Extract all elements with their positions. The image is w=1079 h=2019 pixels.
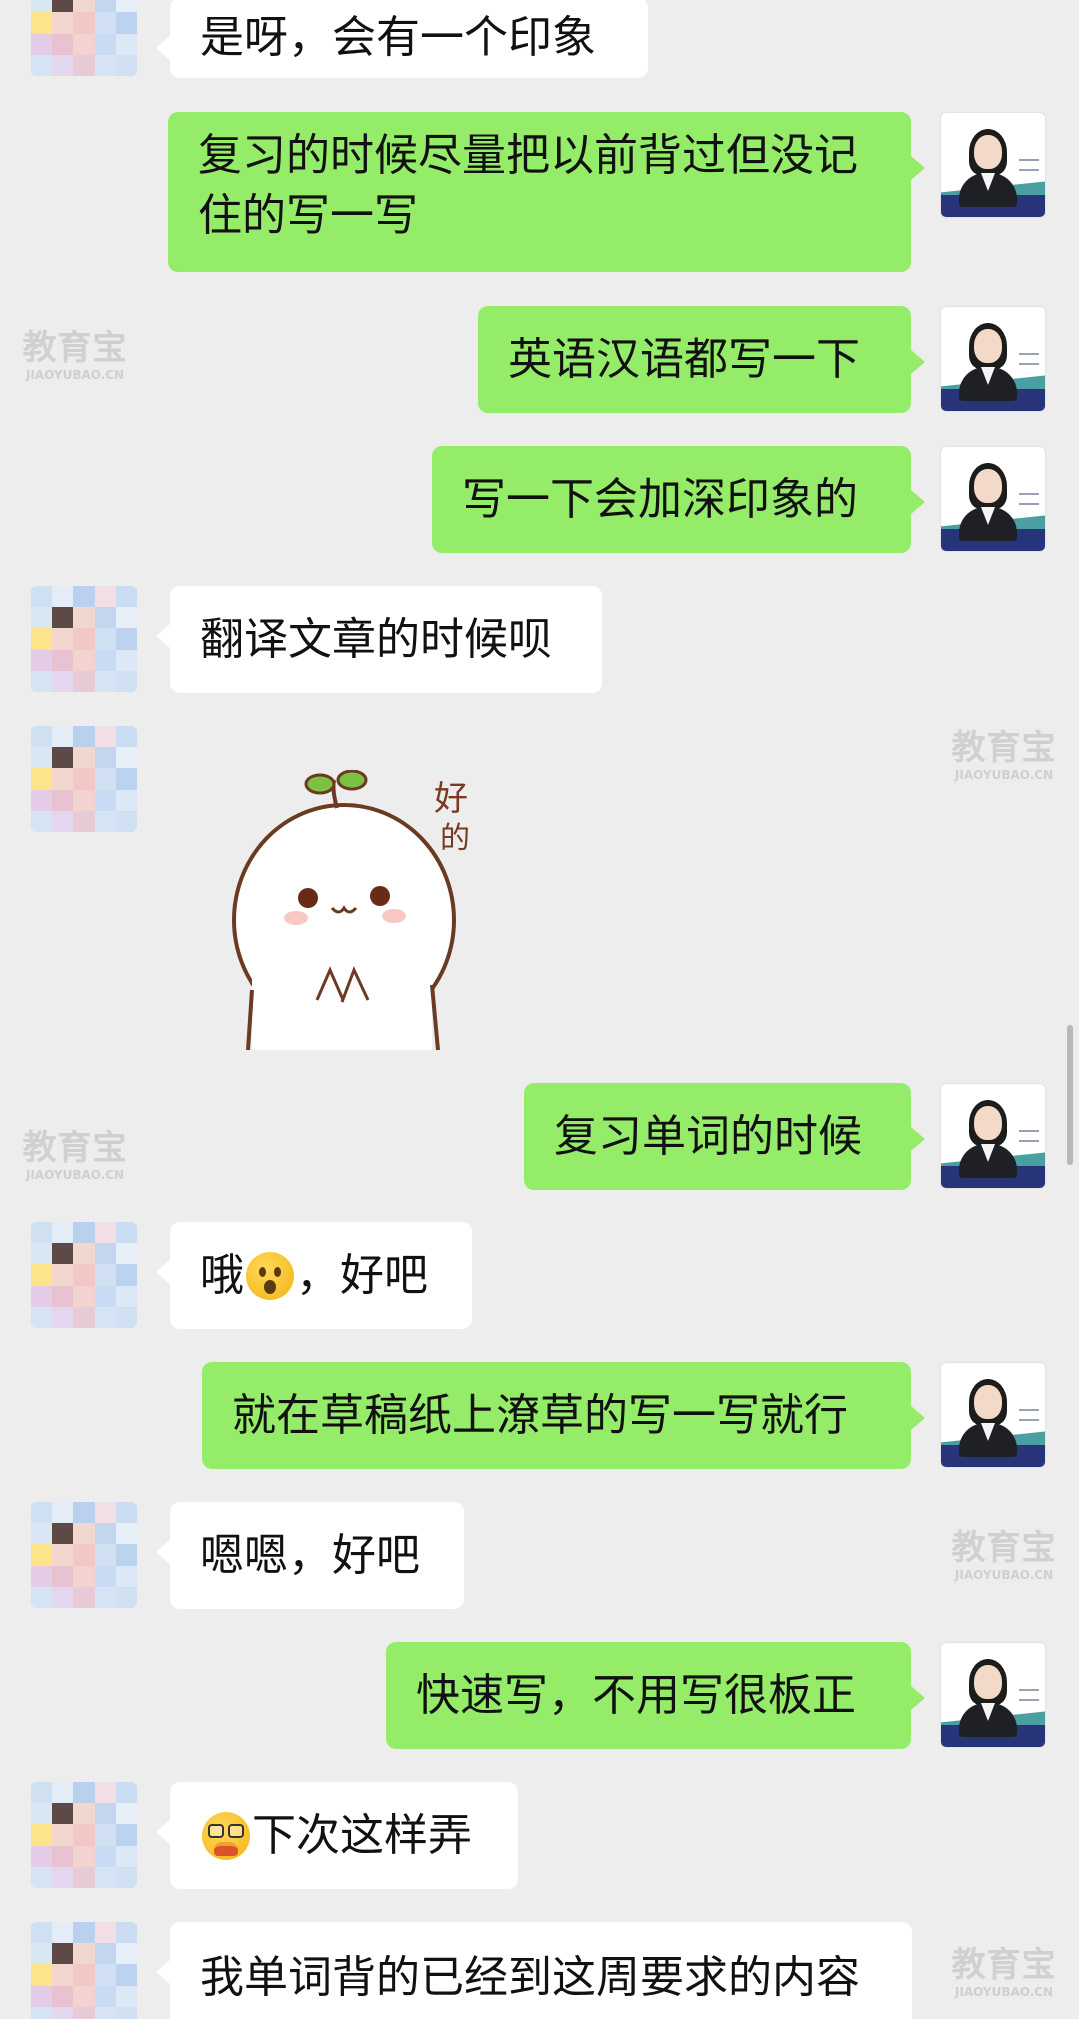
message-text-line: 住的写一写 [198,190,418,241]
message-bubble[interactable]: 复习的时候尽量把以前背过但没记 住的写一写 [168,112,925,272]
watermark: 教育宝 JIAOYUBAO.CN [945,728,1063,782]
nerd-burger-face-icon [202,1811,250,1860]
message-text: 下次这样弄 [252,1809,472,1861]
message-text: 嗯嗯，好吧 [200,1529,420,1581]
message-text: 我单词背的已经到这周要求的内容 [200,1952,860,2003]
message-bubble[interactable]: 就在草稿纸上潦草的写一写就行 [202,1362,925,1469]
contact-avatar[interactable] [31,0,137,76]
contact-avatar[interactable] [31,586,137,692]
watermark-sub: JIAOYUBAO.CN [954,1985,1054,1999]
watermark-main: 教育宝 [22,328,128,368]
watermark-main: 教育宝 [951,728,1057,768]
scrollbar[interactable] [1067,1025,1073,1165]
message-text-line: 复习的时候尽量把以前背过但没记 [198,130,858,181]
watermark-sub: JIAOYUBAO.CN [25,1168,125,1182]
contact-avatar[interactable] [31,1922,137,2019]
sticker-text-1: 好 [434,779,468,819]
message-text: 就在草稿纸上潦草的写一写就行 [232,1389,848,1441]
watermark: 教育宝 JIAOYUBAO.CN [16,328,134,382]
my-avatar[interactable] [940,446,1046,552]
sticker-image[interactable]: 好 的 [212,770,502,1050]
message-bubble[interactable]: 是呀，会有一个印象 [156,0,648,78]
contact-avatar[interactable] [31,1782,137,1888]
my-avatar[interactable] [940,112,1046,218]
contact-avatar[interactable] [31,1222,137,1328]
message-bubble[interactable]: 快速写，不用写很板正 [386,1642,925,1749]
watermark-main: 教育宝 [951,1528,1057,1568]
message-bubble[interactable]: 哦 ，好吧 [156,1222,472,1329]
message-bubble[interactable]: 嗯嗯，好吧 [156,1502,464,1609]
message-text: 是呀，会有一个印象 [200,12,596,63]
contact-avatar[interactable] [31,1502,137,1608]
contact-avatar[interactable] [31,726,137,832]
my-avatar[interactable] [940,306,1046,412]
my-avatar[interactable] [940,1083,1046,1189]
sticker-text-2: 的 [440,821,470,856]
message-text: 写一下会加深印象的 [462,473,858,525]
message-text: 英语汉语都写一下 [508,333,860,385]
my-avatar[interactable] [940,1362,1046,1468]
my-avatar[interactable] [940,1642,1046,1748]
message-text: ，好吧 [296,1249,428,1301]
message-text: 复习单词的时候 [554,1110,862,1162]
message-bubble[interactable]: 翻译文章的时候呗 [156,586,602,693]
message-bubble[interactable]: 下次这样弄 [156,1782,518,1889]
message-text: 翻译文章的时候呗 [200,613,552,665]
message-text: 哦 [200,1249,244,1301]
message-bubble[interactable]: 下次这样弄 我单词背的已经到这周要求的内容 [156,1922,912,2019]
message-bubble[interactable]: 英语汉语都写一下 [478,306,925,413]
hushed-face-icon [246,1251,294,1300]
message-bubble[interactable]: 写一下会加深印象的 [432,446,925,553]
message-bubble[interactable]: 复习单词的时候 [524,1083,925,1190]
watermark-main: 教育宝 [951,1945,1057,1985]
watermark-sub: JIAOYUBAO.CN [954,1568,1054,1582]
watermark: 教育宝 JIAOYUBAO.CN [945,1528,1063,1582]
watermark: 教育宝 JIAOYUBAO.CN [16,1128,134,1182]
message-text: 快速写，不用写很板正 [416,1669,856,1721]
watermark-sub: JIAOYUBAO.CN [25,368,125,382]
watermark-sub: JIAOYUBAO.CN [954,768,1054,782]
watermark: 教育宝 JIAOYUBAO.CN [945,1945,1063,1999]
watermark-main: 教育宝 [22,1128,128,1168]
